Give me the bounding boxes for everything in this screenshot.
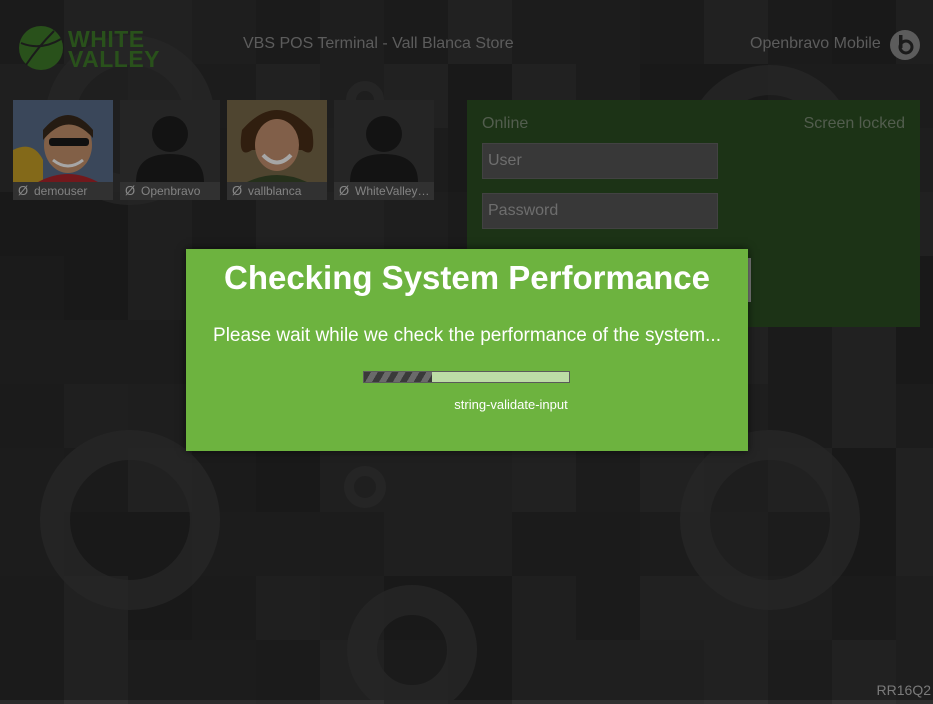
version-label: RR16Q2: [876, 682, 931, 698]
performance-check-dialog: Checking System Performance Please wait …: [186, 249, 748, 451]
progress-bar-fill: [364, 372, 432, 382]
dialog-title: Checking System Performance: [223, 259, 711, 296]
progress-bar: [363, 371, 570, 383]
dialog-message: Please wait while we check the performan…: [213, 325, 721, 346]
progress-step-label: string-validate-input: [454, 397, 568, 412]
